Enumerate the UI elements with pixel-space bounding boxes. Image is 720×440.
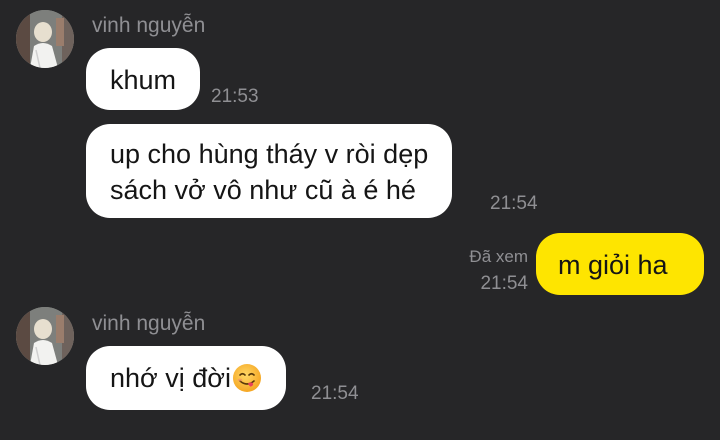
sender-avatar[interactable] — [16, 10, 74, 68]
sender-name: vinh nguyễn — [92, 312, 206, 335]
sender-avatar[interactable] — [16, 307, 74, 365]
message-time: 21:54 — [490, 193, 538, 214]
seen-status: Đã xem — [469, 247, 528, 266]
face-savoring-food-emoji-icon — [232, 364, 261, 392]
message-time: 21:54 — [311, 383, 359, 404]
message-text: m giỏi ha — [558, 250, 668, 280]
outgoing-message-bubble[interactable]: m giỏi ha — [536, 233, 704, 295]
message-text: nhớ vị đời — [110, 363, 231, 393]
chat-conversation: vinh nguyễn khum 21:53 up cho hùng tháy … — [0, 0, 720, 440]
avatar-photo-icon — [16, 10, 74, 68]
message-text-line: sách vở vô như cũ à é hé — [110, 175, 416, 205]
message-text: khum — [110, 65, 177, 95]
message-bubble[interactable]: khum — [86, 48, 201, 110]
message-text-line: up cho hùng tháy v ròi dẹp — [110, 139, 429, 169]
message-time: 21:54 — [480, 273, 528, 294]
message-bubble[interactable]: up cho hùng tháy v ròi dẹp sách vở vô nh… — [86, 124, 453, 218]
sender-name: vinh nguyễn — [92, 14, 206, 37]
message-bubble[interactable]: nhớ vị đời — [86, 346, 286, 410]
avatar-photo-icon — [16, 307, 74, 365]
message-time: 21:53 — [211, 86, 259, 107]
